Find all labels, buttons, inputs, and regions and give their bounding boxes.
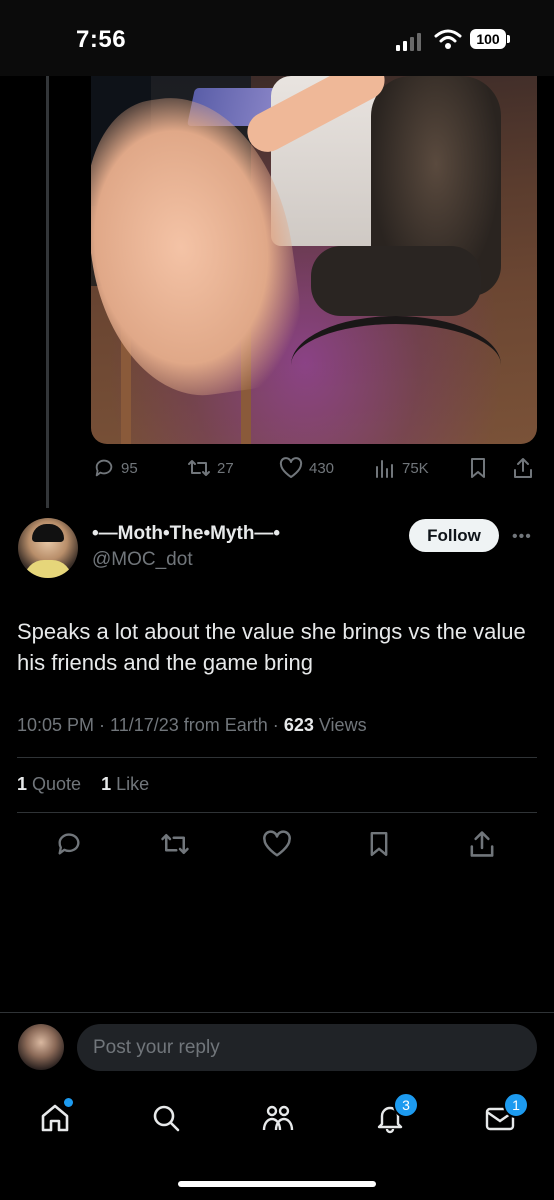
communities-icon <box>262 1105 294 1131</box>
repost-icon <box>188 460 210 476</box>
divider <box>17 757 537 758</box>
notifications-badge: 3 <box>393 1092 419 1118</box>
post-stats: 1 Quote 1 Like <box>17 774 149 795</box>
reply-icon <box>58 833 80 855</box>
heart-icon <box>263 830 291 857</box>
tab-communities[interactable] <box>258 1100 298 1136</box>
wifi-icon <box>434 29 462 49</box>
reply-icon <box>95 459 113 477</box>
thread-connector-line <box>46 76 49 508</box>
views-count: 75K <box>402 459 429 477</box>
home-indicator[interactable] <box>178 1181 376 1187</box>
parent-repost-button[interactable]: 27 <box>187 456 234 480</box>
parent-share-button[interactable] <box>512 456 540 480</box>
home-new-dot <box>64 1098 73 1107</box>
reply-count: 95 <box>121 459 138 477</box>
analytics-icon <box>376 460 393 478</box>
parent-views-button[interactable]: 75K <box>374 456 429 480</box>
tab-explore[interactable] <box>146 1100 186 1136</box>
post-text: Speaks a lot about the value she brings … <box>17 619 526 675</box>
status-time: 7:56 <box>76 26 127 53</box>
repost-icon <box>161 834 189 854</box>
author-avatar[interactable] <box>18 518 78 578</box>
post-timestamp: 10:05 PM · 11/17/23 from Earth · <box>17 715 279 735</box>
quotes-stat[interactable]: 1 Quote <box>17 774 81 794</box>
messages-badge: 1 <box>503 1092 529 1118</box>
reply-button[interactable] <box>55 830 83 863</box>
battery-indicator: 100 <box>470 29 506 49</box>
likes-stat[interactable]: 1 Like <box>101 774 149 794</box>
parent-reply-button[interactable]: 95 <box>93 456 138 480</box>
search-icon <box>153 1105 180 1132</box>
reply-input[interactable] <box>77 1024 537 1071</box>
tab-notifications[interactable]: 3 <box>370 1092 419 1136</box>
current-user-avatar[interactable] <box>18 1024 64 1070</box>
author-handle[interactable]: @MOC_dot <box>92 549 193 571</box>
like-count: 430 <box>309 459 335 477</box>
bookmark-icon <box>370 831 388 856</box>
bookmark-icon <box>471 458 485 478</box>
battery-cap <box>507 35 510 43</box>
parent-bookmark-button[interactable] <box>468 456 494 480</box>
like-button[interactable] <box>262 830 292 863</box>
views-number: 623 <box>283 715 314 735</box>
bookmark-button[interactable] <box>367 830 391 863</box>
tab-messages[interactable]: 1 <box>480 1092 529 1136</box>
divider <box>17 812 537 813</box>
author-display-name[interactable]: •—Moth•The•Myth—• <box>92 523 280 545</box>
parent-like-button[interactable]: 430 <box>279 456 334 480</box>
composer-divider <box>0 1012 554 1013</box>
post-meta: 10:05 PM · 11/17/23 from Earth · 623 Vie… <box>17 715 367 736</box>
repost-button[interactable] <box>160 830 190 863</box>
share-icon <box>470 831 494 857</box>
post-media-photo[interactable] <box>91 76 537 444</box>
tab-home[interactable] <box>35 1098 75 1136</box>
views-label: Views <box>318 715 367 735</box>
more-options-icon[interactable]: ••• <box>512 528 532 546</box>
cellular-signal-icon <box>396 33 421 51</box>
follow-button[interactable]: Follow <box>409 519 499 552</box>
repost-count: 27 <box>217 459 234 477</box>
share-icon <box>514 458 532 478</box>
heart-icon <box>279 457 303 478</box>
share-button[interactable] <box>468 830 496 863</box>
